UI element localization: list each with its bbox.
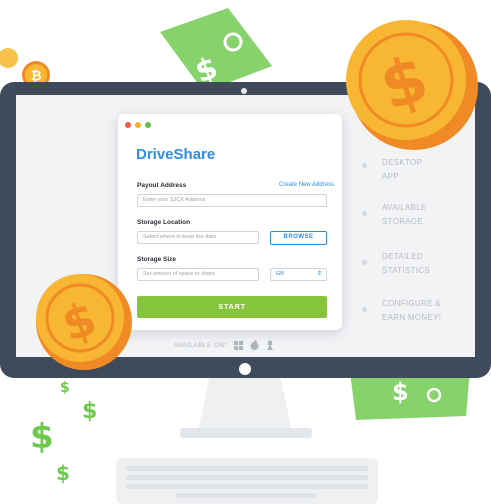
dollar-coin-icon: $: [346, 20, 478, 150]
decorations-front: $ $ $ $ $ $: [30, 20, 478, 485]
dollar-sign-icon: $: [56, 461, 70, 485]
dollar-sign-icon: $: [82, 399, 97, 424]
dollar-sign-icon: $: [30, 417, 54, 457]
dollar-sign-icon: $: [60, 380, 70, 396]
dollar-coin-icon: $: [36, 274, 132, 370]
